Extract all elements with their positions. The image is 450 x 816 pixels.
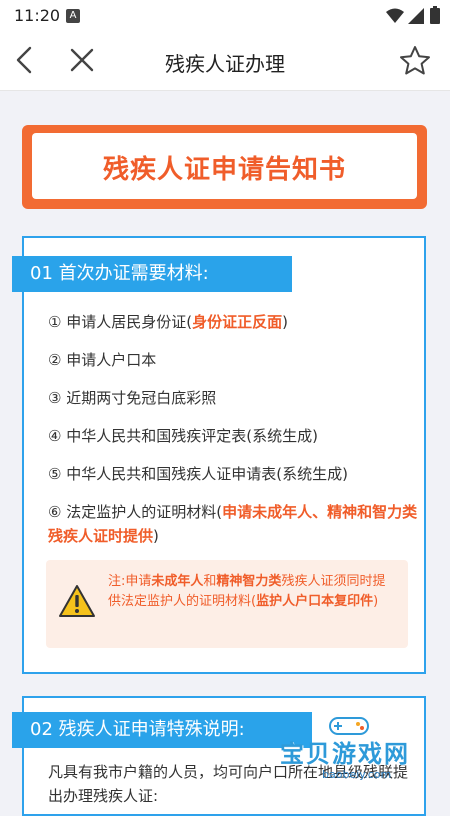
list-item: ② 申请人户口本 xyxy=(48,348,418,372)
warning-part: 注:申请 xyxy=(108,574,152,589)
status-time: 11:20 xyxy=(14,6,61,25)
notification-a-icon: A xyxy=(66,9,80,23)
item-index: ③ xyxy=(48,389,62,407)
warning-triangle-icon xyxy=(59,585,95,617)
item-index: ⑥ xyxy=(48,503,62,521)
wifi-icon xyxy=(386,8,404,23)
favorite-star-icon[interactable] xyxy=(398,44,432,78)
item-text: 中华人民共和国残疾评定表(系统生成) xyxy=(66,427,318,445)
item-highlight: 身份证正反面 xyxy=(192,313,283,331)
item-index: ② xyxy=(48,351,62,369)
warning-text: 注:申请未成年人和精神智力类残疾人证须同时提供法定监护人的证明材料(监护人户口本… xyxy=(108,572,398,612)
item-index: ④ xyxy=(48,427,62,445)
list-item: ⑥ 法定监护人的证明材料(申请未成年人、精神和智力类残疾人证时提供) xyxy=(48,500,418,548)
item-text: 法定监护人的证明材料( xyxy=(66,503,223,521)
warning-part: ) xyxy=(373,594,379,609)
signal-icon xyxy=(408,8,424,24)
watermark-url: baobeiy.com xyxy=(322,768,392,781)
item-text: 申请人户口本 xyxy=(66,351,157,369)
item-tail: ) xyxy=(282,313,288,331)
watermark: 宝贝游戏网 baobeiy.com xyxy=(280,712,445,792)
warning-bold: 精神智力类 xyxy=(216,574,282,589)
warning-bold: 监护人户口本复印件 xyxy=(256,594,374,609)
warning-bold: 未成年人 xyxy=(151,574,204,589)
warning-part: 和 xyxy=(203,574,217,589)
item-index: ① xyxy=(48,313,62,331)
list-item: ④ 中华人民共和国残疾评定表(系统生成) xyxy=(48,424,418,448)
page-title: 残疾人证办理 xyxy=(165,52,285,76)
item-text: 近期两寸免冠白底彩照 xyxy=(66,389,217,407)
materials-card: 01 首次办证需要材料: ① 申请人居民身份证(身份证正反面) ② 申请人户口本… xyxy=(12,236,426,674)
item-tail: ) xyxy=(153,527,159,545)
list-item: ③ 近期两寸免冠白底彩照 xyxy=(48,386,418,410)
warning-box: 注:申请未成年人和精神智力类残疾人证须同时提供法定监护人的证明材料(监护人户口本… xyxy=(46,560,408,648)
notice-heading: 残疾人证申请告知书 xyxy=(102,155,346,185)
section-tag-materials: 01 首次办证需要材料: xyxy=(12,256,292,292)
item-text: 中华人民共和国残疾人证申请表(系统生成) xyxy=(66,465,348,483)
list-item: ⑤ 中华人民共和国残疾人证申请表(系统生成) xyxy=(48,462,418,486)
nav-bar: 残疾人证办理 xyxy=(0,32,450,91)
section-tag-special: 02 残疾人证申请特殊说明: xyxy=(12,712,312,748)
list-item: ① 申请人居民身份证(身份证正反面) xyxy=(48,310,418,334)
battery-icon xyxy=(430,6,440,24)
watermark-text: 宝贝游戏网 xyxy=(280,740,410,768)
notice-banner-inner: 残疾人证申请告知书 xyxy=(32,133,417,199)
notice-banner: 残疾人证申请告知书 xyxy=(22,125,427,209)
status-bar: 11:20 A xyxy=(0,0,450,32)
item-index: ⑤ xyxy=(48,465,62,483)
item-text: 申请人居民身份证( xyxy=(66,313,193,331)
